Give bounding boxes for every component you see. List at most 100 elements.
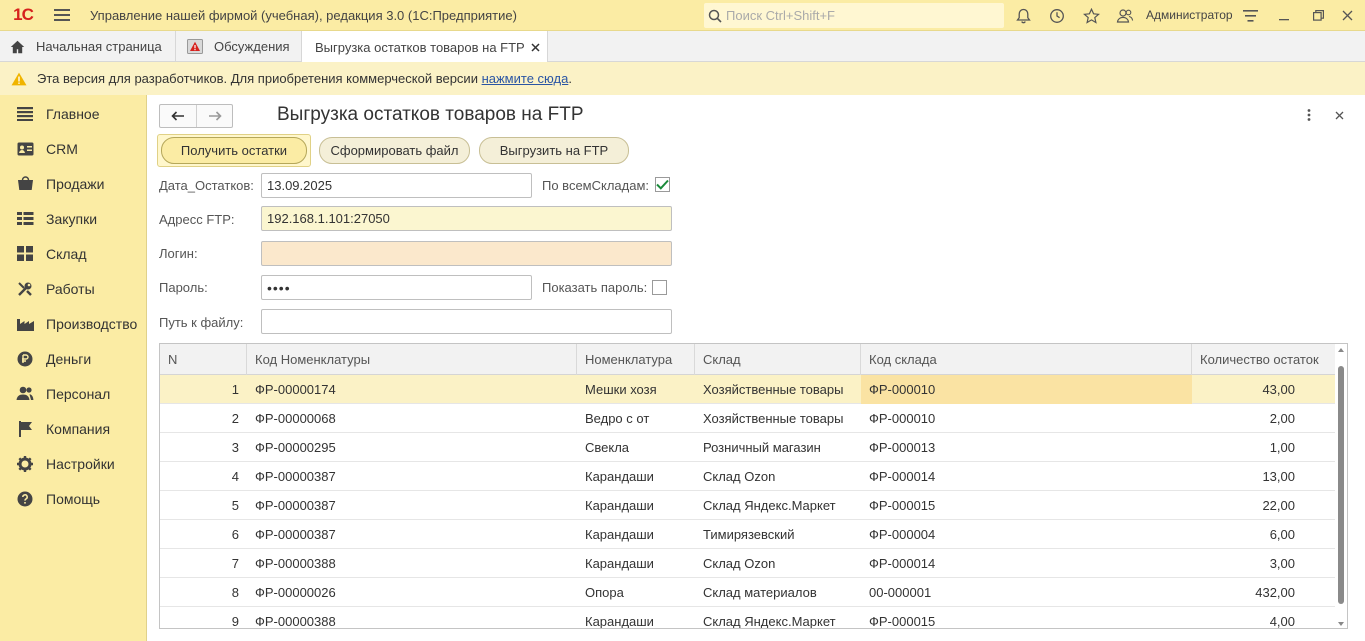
close-form-icon[interactable] bbox=[1330, 105, 1348, 125]
col-n[interactable]: N bbox=[160, 344, 247, 375]
sidebar-item-label: Продажи bbox=[46, 175, 105, 192]
close-window-icon[interactable] bbox=[1334, 3, 1360, 28]
make-file-button[interactable]: Сформировать файл bbox=[319, 137, 470, 164]
table-row[interactable]: 5 ФР-00000387 Карандаши Склад Яндекс.Мар… bbox=[160, 491, 1335, 520]
help-icon bbox=[15, 489, 35, 509]
table-row[interactable]: 6 ФР-00000387 Карандаши Тимирязевский ФР… bbox=[160, 520, 1335, 549]
sidebar-item-label: Производство bbox=[46, 315, 138, 332]
col-item-code[interactable]: Код Номенклатуры bbox=[247, 344, 577, 375]
scroll-up-icon[interactable] bbox=[1338, 348, 1344, 352]
cell-quantity: 13,00 bbox=[1262, 469, 1295, 484]
table-row[interactable]: 3 ФР-00000295 Свекла Розничный магазин Ф… bbox=[160, 433, 1335, 462]
scroll-down-icon[interactable] bbox=[1338, 622, 1344, 626]
col-quantity[interactable]: Количество остаток bbox=[1192, 344, 1335, 375]
sidebar-item-label: Настройки bbox=[46, 455, 115, 472]
show-password-checkbox[interactable] bbox=[652, 280, 667, 295]
sidebar-item-personnel[interactable]: Персонал bbox=[0, 376, 147, 411]
menu-icon[interactable] bbox=[46, 0, 78, 31]
all-warehouses-checkbox[interactable] bbox=[655, 177, 670, 192]
tab-ftp-export-label: Выгрузка остатков товаров на FTP bbox=[315, 39, 525, 55]
checkmark-icon bbox=[656, 179, 669, 190]
get-stock-button[interactable]: Получить остатки bbox=[157, 134, 311, 167]
warehouse-icon bbox=[15, 244, 35, 264]
minimize-icon[interactable] bbox=[1271, 3, 1297, 28]
date-field[interactable]: 13.09.2025 bbox=[261, 173, 532, 198]
tab-home-label: Начальная страница bbox=[36, 39, 162, 54]
table-row[interactable]: 4 ФР-00000387 Карандаши Склад Ozon ФР-00… bbox=[160, 462, 1335, 491]
cell-item: Карандаши bbox=[585, 527, 654, 542]
cell-warehouse-code[interactable]: ФР-000010 bbox=[861, 375, 1192, 404]
home-icon bbox=[8, 38, 26, 56]
cell-item: Карандаши bbox=[585, 469, 654, 484]
col-warehouse[interactable]: Склад bbox=[695, 344, 861, 375]
forward-button[interactable] bbox=[196, 105, 232, 127]
ftp-address-label: Адресс FTP: bbox=[159, 212, 235, 227]
form-area: Выгрузка остатков товаров на FTP Получит… bbox=[148, 95, 1365, 641]
file-path-field[interactable] bbox=[261, 309, 672, 334]
cell-quantity: 43,00 bbox=[1262, 382, 1295, 397]
logo-text: 1С bbox=[13, 5, 34, 24]
col-warehouse-code[interactable]: Код склада bbox=[861, 344, 1192, 375]
search-input[interactable] bbox=[726, 8, 996, 23]
login-label: Логин: bbox=[159, 246, 198, 261]
more-actions-icon[interactable] bbox=[1300, 105, 1318, 125]
restore-icon[interactable] bbox=[1305, 3, 1331, 28]
sidebar-item-purchases[interactable]: Закупки bbox=[0, 201, 147, 236]
cell-warehouse-code: 00-000001 bbox=[869, 585, 932, 600]
user-name[interactable]: Администратор bbox=[1146, 8, 1233, 22]
upload-ftp-button[interactable]: Выгрузить на FTP bbox=[479, 137, 629, 164]
col-item[interactable]: Номенклатура bbox=[577, 344, 695, 375]
cell-item-code: ФР-00000387 bbox=[255, 469, 336, 484]
table-row[interactable]: 7 ФР-00000388 Карандаши Склад Ozon ФР-00… bbox=[160, 549, 1335, 578]
history-icon[interactable] bbox=[1044, 3, 1070, 28]
cell-warehouse-code: ФР-000014 bbox=[869, 556, 936, 571]
users-icon[interactable] bbox=[1112, 3, 1138, 28]
get-stock-label: Получить остатки bbox=[180, 143, 288, 158]
tab-discussions-label: Обсуждения bbox=[214, 39, 290, 54]
table-row[interactable]: 1 ФР-00000174 Мешки хозя Хозяйственные т… bbox=[160, 375, 1335, 404]
close-tab-icon[interactable] bbox=[531, 42, 540, 52]
purchases-icon bbox=[15, 209, 35, 229]
sidebar-item-label: Склад bbox=[46, 245, 87, 262]
login-field[interactable] bbox=[261, 241, 672, 266]
cell-item-code: ФР-00000388 bbox=[255, 556, 336, 571]
ftp-address-field[interactable]: 192.168.1.101:27050 bbox=[261, 206, 672, 231]
settings-sliders-icon[interactable] bbox=[1237, 3, 1263, 28]
cell-n: 7 bbox=[231, 556, 239, 571]
sidebar-item-main[interactable]: Главное bbox=[0, 96, 147, 131]
banner-text: Эта версия для разработчиков. Для приобр… bbox=[37, 71, 482, 86]
list-icon bbox=[15, 104, 35, 124]
table-header: N Код Номенклатуры Номенклатура Склад Ко… bbox=[160, 344, 1335, 375]
tab-discussions[interactable]: Обсуждения bbox=[176, 31, 302, 62]
table-row[interactable]: 9 ФР-00000388 Карандаши Склад Яндекс.Мар… bbox=[160, 607, 1335, 629]
sidebar-item-crm[interactable]: CRM bbox=[0, 131, 147, 166]
table-row[interactable]: 8 ФР-00000026 Опора Склад материалов 00-… bbox=[160, 578, 1335, 607]
sidebar-item-sales[interactable]: Продажи bbox=[0, 166, 147, 201]
app-logo[interactable]: 1С bbox=[0, 0, 46, 31]
star-icon[interactable] bbox=[1078, 3, 1104, 28]
cell-quantity: 432,00 bbox=[1255, 585, 1295, 600]
bell-icon[interactable] bbox=[1010, 3, 1036, 28]
tab-home[interactable]: Начальная страница bbox=[0, 31, 176, 62]
tab-ftp-export[interactable]: Выгрузка остатков товаров на FTP bbox=[302, 31, 548, 63]
sales-icon bbox=[15, 174, 35, 194]
sidebar-item-help[interactable]: Помощь bbox=[0, 481, 147, 516]
password-field[interactable]: •••• bbox=[261, 275, 532, 300]
sidebar-item-company[interactable]: Компания bbox=[0, 411, 147, 446]
banner-link[interactable]: нажмите сюда bbox=[482, 71, 569, 86]
back-button[interactable] bbox=[160, 105, 196, 127]
cell-n: 3 bbox=[231, 440, 239, 455]
cell-warehouse: Склад материалов bbox=[703, 585, 817, 600]
table-scrollbar[interactable] bbox=[1335, 344, 1347, 628]
table-row[interactable]: 2 ФР-00000068 Ведро с от Хозяйственные т… bbox=[160, 404, 1335, 433]
sidebar-item-warehouse[interactable]: Склад bbox=[0, 236, 147, 271]
scroll-thumb[interactable] bbox=[1338, 366, 1344, 604]
sidebar-item-money[interactable]: Деньги bbox=[0, 341, 147, 376]
sidebar-item-settings[interactable]: Настройки bbox=[0, 446, 147, 481]
search-box[interactable] bbox=[704, 3, 1004, 28]
cell-warehouse-code: ФР-000014 bbox=[869, 469, 936, 484]
nav-buttons bbox=[159, 104, 233, 128]
sidebar-item-production[interactable]: Производство bbox=[0, 306, 147, 341]
cell-item-code: ФР-00000388 bbox=[255, 614, 336, 629]
sidebar-item-works[interactable]: Работы bbox=[0, 271, 147, 306]
